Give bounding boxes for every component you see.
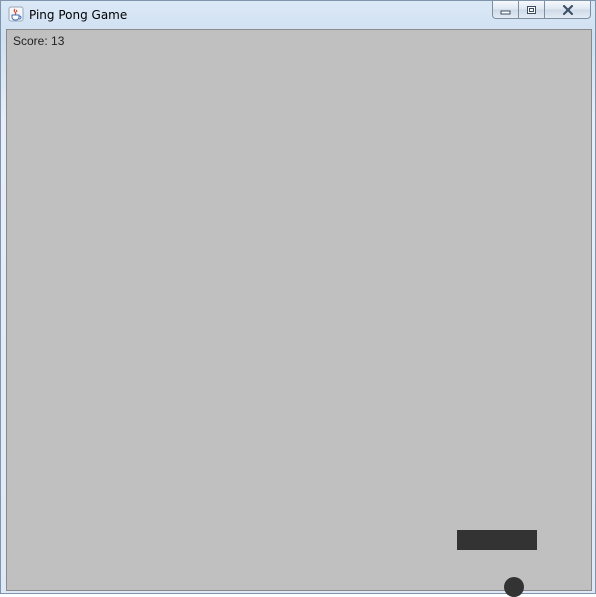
maximize-button[interactable] [519,1,545,19]
game-window: Ping Pong Game Score: 13 [0,0,596,597]
paddle[interactable] [457,530,537,550]
title-bar[interactable]: Ping Pong Game [1,1,596,29]
ball [504,577,524,597]
close-icon [562,0,574,19]
close-button[interactable] [545,1,591,19]
window-controls [492,1,591,20]
score-label: Score: 13 [13,34,65,48]
restore-icon [526,0,537,19]
minimize-icon [500,0,511,19]
java-cup-icon[interactable] [8,6,24,22]
game-canvas[interactable]: Score: 13 [6,29,592,597]
minimize-button[interactable] [492,1,519,19]
window-title: Ping Pong Game [29,8,128,22]
